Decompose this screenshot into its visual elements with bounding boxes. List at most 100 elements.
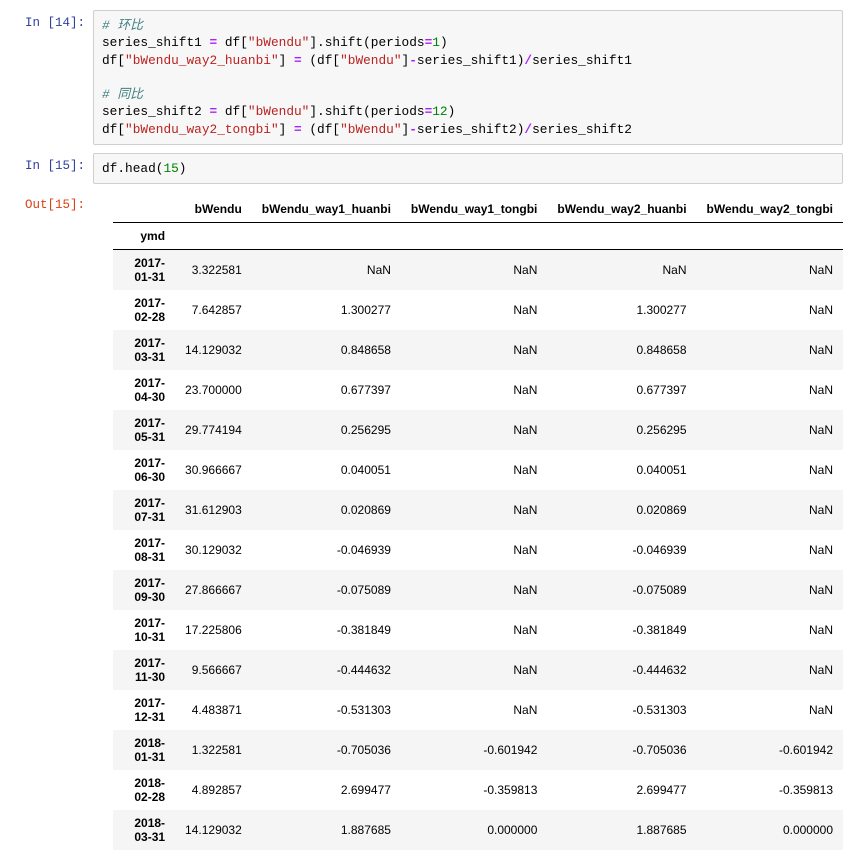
- table-cell: -0.381849: [547, 610, 696, 650]
- table-cell: NaN: [401, 610, 547, 650]
- table-cell: 30.129032: [175, 530, 252, 570]
- table-row: 2017-06-3030.9666670.040051NaN0.040051Na…: [113, 450, 843, 490]
- str-literal: "bWendu_way2_huanbi": [125, 53, 279, 68]
- output-cell-15: Out[15]: bWendu bWendu_way1_huanbi bWend…: [10, 192, 843, 850]
- table-cell: -0.075089: [252, 570, 401, 610]
- table-cell: NaN: [697, 370, 843, 410]
- num-literal: 15: [163, 161, 178, 176]
- table-cell: -0.381849: [252, 610, 401, 650]
- row-index: 2017-07-31: [113, 490, 175, 530]
- in-prompt-14: In [14]:: [10, 10, 93, 145]
- table-cell: 27.866667: [175, 570, 252, 610]
- table-cell: NaN: [401, 570, 547, 610]
- table-header-row: bWendu bWendu_way1_huanbi bWendu_way1_to…: [113, 196, 843, 223]
- table-cell: 9.566667: [175, 650, 252, 690]
- table-cell: 31.612903: [175, 490, 252, 530]
- table-cell: NaN: [547, 250, 696, 291]
- table-cell: NaN: [401, 490, 547, 530]
- code-comment: # 环比: [102, 18, 143, 33]
- table-cell: 2.699477: [252, 770, 401, 810]
- row-index: 2017-02-28: [113, 290, 175, 330]
- table-cell: 0.848658: [547, 330, 696, 370]
- table-row: 2017-07-3131.6129030.020869NaN0.020869Na…: [113, 490, 843, 530]
- table-cell: NaN: [401, 290, 547, 330]
- table-cell: -0.444632: [252, 650, 401, 690]
- table-cell: NaN: [401, 370, 547, 410]
- num-literal: 12: [432, 104, 447, 119]
- table-cell: 1.300277: [547, 290, 696, 330]
- table-row: 2017-03-3114.1290320.848658NaN0.848658Na…: [113, 330, 843, 370]
- table-cell: 0.000000: [401, 810, 547, 850]
- table-cell: NaN: [697, 250, 843, 291]
- table-row: 2018-02-284.8928572.699477-0.3598132.699…: [113, 770, 843, 810]
- output-area-15: bWendu bWendu_way1_huanbi bWendu_way1_to…: [93, 192, 843, 850]
- table-cell: 0.020869: [252, 490, 401, 530]
- table-cell: NaN: [697, 330, 843, 370]
- table-cell: -0.531303: [547, 690, 696, 730]
- table-cell: NaN: [697, 650, 843, 690]
- code-input-15[interactable]: df.head(15): [93, 153, 843, 184]
- col-header: bWendu: [175, 196, 252, 223]
- in-prompt-15: In [15]:: [10, 153, 93, 184]
- row-index: 2017-01-31: [113, 250, 175, 291]
- table-cell: NaN: [697, 610, 843, 650]
- row-index: 2018-03-31: [113, 810, 175, 850]
- table-cell: NaN: [401, 330, 547, 370]
- table-cell: -0.601942: [401, 730, 547, 770]
- table-row: 2017-10-3117.225806-0.381849NaN-0.381849…: [113, 610, 843, 650]
- row-index: 2017-03-31: [113, 330, 175, 370]
- index-name-row: ymd: [113, 223, 843, 250]
- table-cell: NaN: [401, 450, 547, 490]
- table-cell: NaN: [401, 410, 547, 450]
- dataframe-table: bWendu bWendu_way1_huanbi bWendu_way1_to…: [113, 196, 843, 850]
- table-cell: -0.705036: [547, 730, 696, 770]
- col-header: bWendu_way1_huanbi: [252, 196, 401, 223]
- row-index: 2018-02-28: [113, 770, 175, 810]
- table-cell: NaN: [697, 690, 843, 730]
- table-cell: -0.444632: [547, 650, 696, 690]
- str-literal: "bWendu": [248, 104, 309, 119]
- index-name: ymd: [113, 223, 175, 250]
- str-literal: "bWendu": [340, 122, 401, 137]
- table-cell: NaN: [697, 530, 843, 570]
- row-index: 2017-09-30: [113, 570, 175, 610]
- table-cell: NaN: [252, 250, 401, 291]
- code-comment: # 同比: [102, 87, 143, 102]
- table-cell: NaN: [697, 490, 843, 530]
- table-cell: -0.046939: [547, 530, 696, 570]
- row-index: 2017-06-30: [113, 450, 175, 490]
- row-index: 2017-11-30: [113, 650, 175, 690]
- str-literal: "bWendu_way2_tongbi": [125, 122, 279, 137]
- table-cell: NaN: [401, 690, 547, 730]
- table-row: 2018-01-311.322581-0.705036-0.601942-0.7…: [113, 730, 843, 770]
- table-row: 2017-12-314.483871-0.531303NaN-0.531303N…: [113, 690, 843, 730]
- table-cell: 30.966667: [175, 450, 252, 490]
- table-row: 2017-08-3130.129032-0.046939NaN-0.046939…: [113, 530, 843, 570]
- row-index: 2017-10-31: [113, 610, 175, 650]
- table-cell: -0.359813: [401, 770, 547, 810]
- table-cell: 2.699477: [547, 770, 696, 810]
- table-row: 2017-01-313.322581NaNNaNNaNNaN: [113, 250, 843, 291]
- code-input-14[interactable]: # 环比 series_shift1 = df["bWendu"].shift(…: [93, 10, 843, 145]
- table-cell: NaN: [401, 250, 547, 291]
- table-cell: NaN: [697, 410, 843, 450]
- table-cell: NaN: [401, 650, 547, 690]
- table-cell: 0.256295: [547, 410, 696, 450]
- table-cell: 7.642857: [175, 290, 252, 330]
- out-prompt-15: Out[15]:: [10, 192, 93, 850]
- table-cell: -0.531303: [252, 690, 401, 730]
- table-cell: 4.892857: [175, 770, 252, 810]
- table-cell: 4.483871: [175, 690, 252, 730]
- row-index: 2017-04-30: [113, 370, 175, 410]
- table-cell: NaN: [401, 530, 547, 570]
- table-row: 2017-09-3027.866667-0.075089NaN-0.075089…: [113, 570, 843, 610]
- table-row: 2017-02-287.6428571.300277NaN1.300277NaN: [113, 290, 843, 330]
- table-row: 2017-04-3023.7000000.677397NaN0.677397Na…: [113, 370, 843, 410]
- col-header: bWendu_way2_tongbi: [697, 196, 843, 223]
- table-cell: 0.040051: [547, 450, 696, 490]
- table-cell: 1.300277: [252, 290, 401, 330]
- table-cell: -0.359813: [697, 770, 843, 810]
- table-cell: 23.700000: [175, 370, 252, 410]
- code-text: df.head(: [102, 161, 163, 176]
- str-literal: "bWendu": [340, 53, 401, 68]
